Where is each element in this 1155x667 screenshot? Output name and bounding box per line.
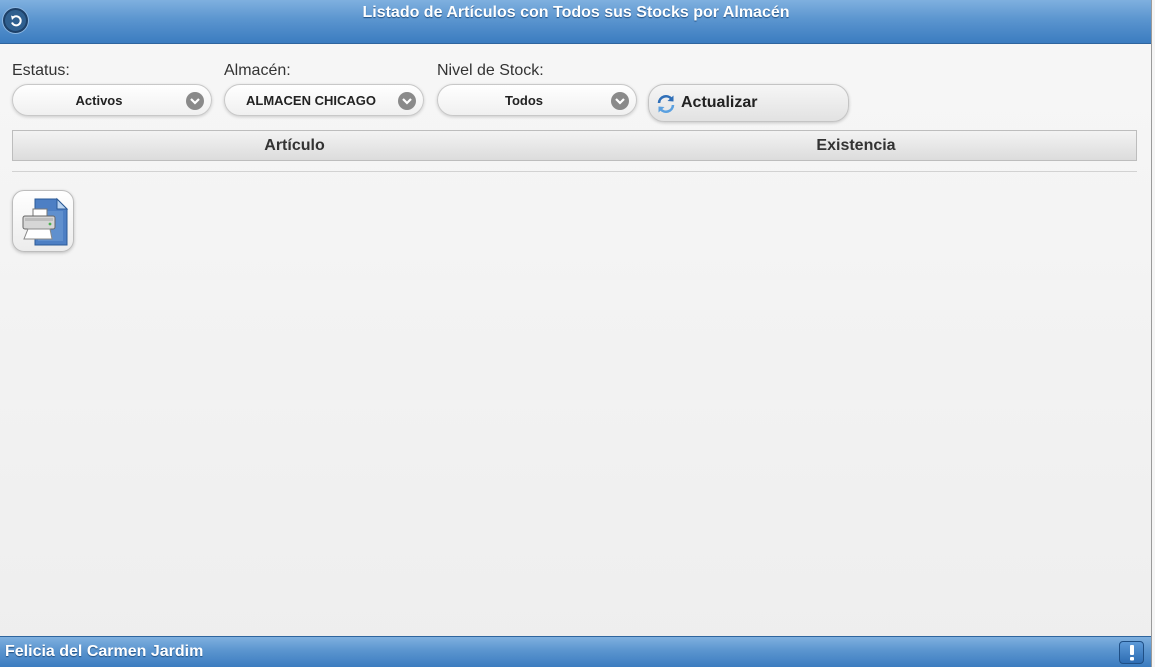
app-window: Listado de Artículos con Todos sus Stock… bbox=[0, 0, 1152, 667]
page-title: Listado de Artículos con Todos sus Stock… bbox=[362, 4, 790, 21]
refresh-icon bbox=[657, 95, 675, 113]
status-label: Estatus: bbox=[12, 62, 70, 79]
status-selected-value: Activos bbox=[75, 93, 123, 108]
header-bar: Listado de Artículos con Todos sus Stock… bbox=[0, 0, 1151, 44]
printer-icon bbox=[22, 197, 69, 246]
warehouse-label: Almacén: bbox=[224, 62, 291, 79]
chevron-down-icon bbox=[398, 92, 416, 110]
divider bbox=[12, 171, 1137, 172]
chevron-down-icon bbox=[186, 92, 204, 110]
stock-level-select[interactable]: Todos bbox=[437, 84, 637, 116]
refresh-button[interactable]: Actualizar bbox=[648, 84, 849, 122]
warehouse-selected-value: ALMACEN CHICAGO bbox=[246, 93, 376, 108]
footer-bar: Felicia del Carmen Jardim bbox=[0, 636, 1151, 667]
chevron-down-icon bbox=[611, 92, 629, 110]
stock-level-selected-value: Todos bbox=[504, 93, 544, 108]
stock-level-label: Nivel de Stock: bbox=[437, 62, 544, 79]
column-header-articulo[interactable]: Artículo bbox=[13, 137, 576, 155]
exclamation-icon bbox=[1129, 645, 1134, 661]
user-name: Felicia del Carmen Jardim bbox=[5, 643, 204, 660]
print-button[interactable] bbox=[12, 190, 74, 252]
status-select[interactable]: Activos bbox=[12, 84, 212, 116]
table-header: Artículo Existencia bbox=[12, 130, 1137, 161]
alert-button[interactable] bbox=[1119, 641, 1144, 664]
refresh-button-label: Actualizar bbox=[681, 94, 758, 111]
warehouse-select[interactable]: ALMACEN CHICAGO bbox=[224, 84, 424, 116]
column-header-existencia[interactable]: Existencia bbox=[576, 137, 1136, 155]
